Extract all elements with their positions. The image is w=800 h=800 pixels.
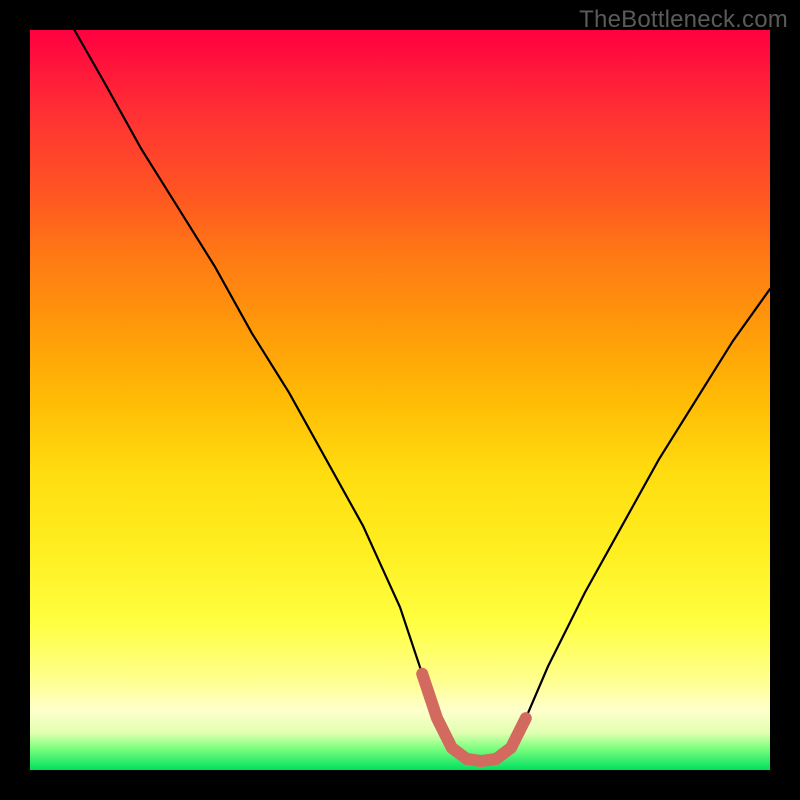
curve-layer (30, 30, 770, 770)
chart-frame: TheBottleneck.com (0, 0, 800, 800)
bottleneck-curve (74, 30, 770, 761)
watermark-text: TheBottleneck.com (579, 6, 788, 34)
flat-bottom-marker (422, 674, 526, 761)
plot-area (30, 30, 770, 770)
